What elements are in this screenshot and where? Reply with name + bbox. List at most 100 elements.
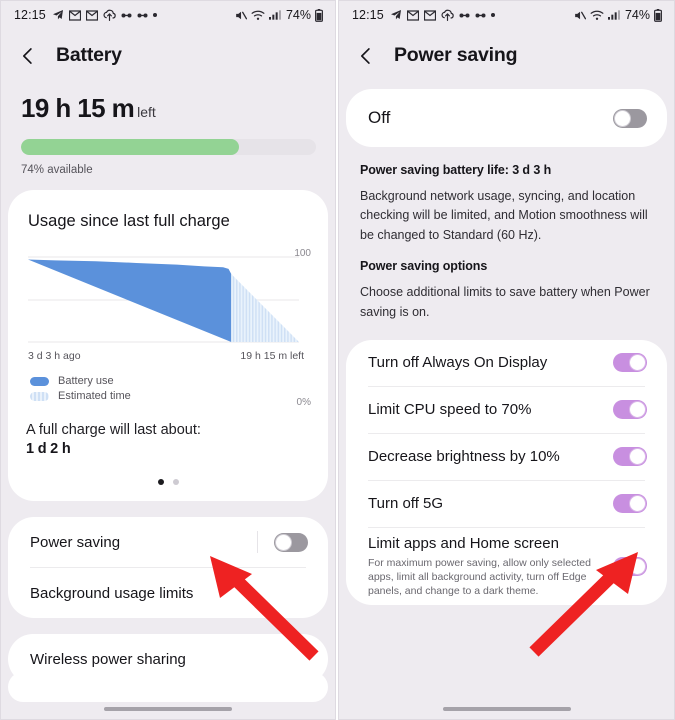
pager-dot-2[interactable]: [172, 479, 179, 485]
toggle-knob: [614, 109, 631, 127]
mail-icon: [68, 9, 81, 21]
battery-icon: [654, 8, 662, 22]
legend-item: Battery use: [30, 375, 308, 387]
power-saving-options-description: Choose additional limits to save battery…: [360, 285, 650, 319]
status-bar-right-icons: 74%: [234, 8, 323, 22]
toggle-knob: [629, 448, 646, 466]
power-settings-card: Power saving Background usage limits: [8, 517, 328, 618]
limit-apps-toggle[interactable]: [613, 557, 647, 577]
always-on-display-toggle[interactable]: [613, 353, 647, 373]
toggle-knob: [629, 495, 646, 513]
status-bar-time: 12:15: [352, 8, 384, 22]
status-bar-right-icons: 74%: [573, 8, 662, 22]
option-text-block: Limit apps and Home screen For maximum p…: [368, 528, 613, 606]
home-indicator[interactable]: [442, 707, 571, 711]
battery-available-label: 74% available: [21, 164, 93, 176]
power-saving-master-row[interactable]: Off: [346, 89, 667, 147]
status-bar-right: 12:15 74%: [338, 0, 675, 30]
mail-icon: [423, 9, 436, 21]
option-row-turn-off-5g[interactable]: Turn off 5G: [346, 481, 667, 527]
status-bar-left-icons: [52, 9, 157, 21]
toggle-knob: [275, 533, 292, 551]
background-usage-limits-row[interactable]: Background usage limits: [8, 568, 328, 618]
power-saving-screen: 12:15 74% Power saving Off Power saving …: [338, 0, 675, 720]
option-label: Limit apps and Home screen: [368, 534, 559, 552]
option-row-decrease-brightness[interactable]: Decrease brightness by 10%: [346, 434, 667, 480]
background-usage-limits-label: Background usage limits: [30, 584, 194, 602]
battery-progress-fill: [21, 139, 240, 155]
power-saving-battery-life-heading: Power saving battery life: 3 d 3 h: [360, 163, 552, 177]
dual-screenshot: 12:15 74% Battery 19 h 15 m left 74% ava…: [0, 0, 675, 720]
telegram-send-icon: [52, 9, 64, 21]
battery-time-value: 19 h 15 m: [21, 93, 135, 123]
back-chevron-icon[interactable]: [18, 46, 38, 66]
decrease-brightness-toggle[interactable]: [613, 447, 647, 467]
power-saving-label: Power saving: [30, 533, 121, 551]
card-pager[interactable]: [22, 479, 314, 487]
option-row-limit-apps[interactable]: Limit apps and Home screen For maximum p…: [346, 528, 667, 606]
power-saving-title-bar: Power saving: [338, 30, 675, 77]
legend-swatch-estimated-time: [30, 391, 49, 401]
power-saving-toggle[interactable]: [274, 532, 308, 552]
legend-item: Estimated time: [30, 390, 308, 402]
wifi-icon: [251, 9, 265, 21]
mute-icon: [573, 9, 586, 22]
full-charge-value: 1 d 2 h: [26, 441, 71, 457]
power-saving-options-heading: Power saving options: [360, 259, 488, 274]
legend-swatch-battery-use: [30, 376, 49, 386]
mute-icon: [234, 9, 247, 22]
battery-title-bar: Battery: [0, 30, 336, 77]
option-row-limit-cpu-speed[interactable]: Limit CPU speed to 70%: [346, 387, 667, 433]
power-saving-master-label: Off: [368, 108, 391, 127]
home-indicator[interactable]: [104, 707, 232, 711]
status-bar-time: 12:15: [14, 8, 46, 22]
option-label: Limit CPU speed to 70%: [368, 401, 532, 419]
chart-x-labels: 3 d 3 h ago 19 h 15 m left: [28, 350, 308, 362]
option-sublabel: For maximum power saving, allow only sel…: [368, 556, 591, 598]
legend-label: Battery use: [58, 375, 114, 387]
full-charge-label: A full charge will last about:: [26, 422, 201, 438]
link-icon: [137, 12, 148, 19]
signal-icon: [607, 9, 620, 21]
power-saving-master-card: Off: [346, 89, 667, 147]
back-chevron-icon[interactable]: [356, 46, 376, 66]
status-bar-left-icons: [390, 9, 495, 21]
battery-time-suffix: left: [137, 104, 156, 120]
telegram-send-icon: [390, 9, 402, 21]
chart-y-bottom-label: 0%: [296, 397, 311, 408]
battery-summary: 19 h 15 m left 74% available: [0, 77, 336, 176]
chart-x-start-label: 3 d 3 h ago: [28, 350, 81, 362]
power-saving-info: Power saving battery life: 3 d 3 h Backg…: [338, 147, 675, 322]
limit-cpu-speed-toggle[interactable]: [613, 400, 647, 420]
chart-x-end-label: 19 h 15 m left: [240, 350, 304, 362]
page-title: Battery: [56, 44, 122, 66]
battery-icon: [315, 8, 323, 22]
option-row-always-on-display[interactable]: Turn off Always On Display: [346, 340, 667, 386]
battery-time-remaining: 19 h 15 m left: [21, 93, 316, 124]
battery-screen: 12:15 74% Battery 19 h 15 m left 74% ava…: [0, 0, 338, 720]
toggle-knob: [629, 558, 646, 576]
option-label: Turn off 5G: [368, 495, 444, 513]
option-label: Turn off Always On Display: [368, 354, 548, 372]
page-title: Power saving: [394, 44, 518, 66]
battery-usage-chart: 100 0% 3 d 3 h ago 19 h 15 m left Batter…: [28, 248, 311, 408]
cloud-sync-icon: [441, 9, 454, 21]
toggle-separator: [257, 531, 258, 553]
power-saving-master-toggle[interactable]: [613, 108, 647, 128]
toggle-knob: [629, 354, 646, 372]
option-label: Decrease brightness by 10%: [368, 448, 560, 466]
power-saving-row[interactable]: Power saving: [8, 517, 328, 567]
status-bar-battery-percent: 74%: [624, 8, 650, 22]
toggle-knob: [629, 401, 646, 419]
turn-off-5g-toggle[interactable]: [613, 494, 647, 514]
full-charge-estimate: A full charge will last about: 1 d 2 h: [22, 422, 314, 457]
next-card-partial: [8, 672, 328, 702]
signal-icon: [268, 9, 281, 21]
wireless-power-sharing-label: Wireless power sharing: [30, 650, 186, 668]
link-icon: [475, 12, 486, 19]
more-dot-icon: [152, 13, 157, 17]
usage-card-title: Usage since last full charge: [28, 212, 230, 230]
link-icon: [459, 12, 470, 19]
pager-dot-1[interactable]: [157, 479, 164, 485]
power-saving-description: Background network usage, syncing, and l…: [360, 189, 648, 242]
